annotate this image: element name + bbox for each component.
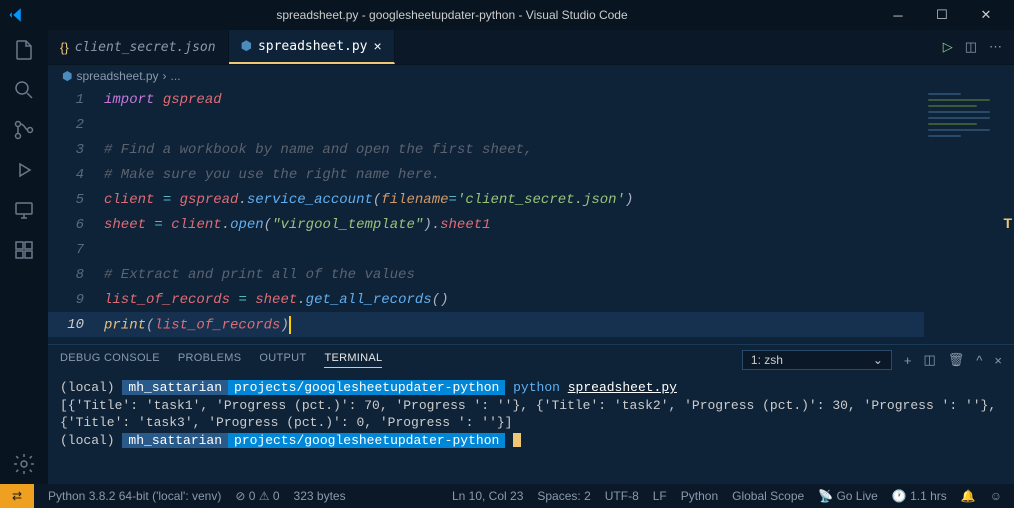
terminal[interactable]: (local) mh_sattarianprojects/googlesheet…: [48, 375, 1014, 484]
line-number: 3: [48, 142, 104, 158]
run-icon[interactable]: ▷: [943, 39, 953, 55]
line-number: 6: [48, 217, 104, 233]
code-line[interactable]: 8# Extract and print all of the values: [48, 262, 924, 287]
code-line[interactable]: 3# Find a workbook by name and open the …: [48, 137, 924, 162]
line-number: 4: [48, 167, 104, 183]
minimize-icon[interactable]: ─: [878, 0, 918, 30]
line-number: 9: [48, 292, 104, 308]
debug-icon[interactable]: [12, 158, 36, 182]
line-number: 10: [48, 317, 104, 333]
encoding-status[interactable]: UTF-8: [605, 489, 639, 503]
python-icon: ⬢: [241, 38, 252, 54]
close-icon[interactable]: ✕: [966, 0, 1006, 30]
python-icon: ⬢: [62, 69, 72, 83]
more-actions-icon[interactable]: ⋯: [989, 39, 1002, 55]
json-icon: {}: [60, 40, 69, 55]
term-cursor: [513, 433, 521, 447]
minimap[interactable]: [924, 87, 1014, 344]
line-number: 1: [48, 92, 104, 108]
code-line[interactable]: 2: [48, 112, 924, 137]
breadcrumb-sep: ›: [163, 69, 167, 83]
remote-indicator[interactable]: ⇄: [0, 484, 34, 508]
editor-cursor: [289, 316, 291, 334]
problems-status[interactable]: ⊘ 0 ⚠ 0: [235, 489, 279, 503]
maximize-panel-icon[interactable]: ^: [976, 353, 982, 368]
tab-client-secret[interactable]: {} client_secret.json: [48, 30, 229, 64]
code-line[interactable]: 6sheet = client.open("virgool_template")…: [48, 212, 924, 237]
line-number: 2: [48, 117, 104, 133]
term-path: projects/googlesheetupdater-python: [228, 380, 505, 395]
python-interpreter[interactable]: Python 3.8.2 64-bit ('local': venv): [48, 489, 221, 503]
panel-tab-problems[interactable]: PROBLEMS: [178, 352, 242, 368]
search-icon[interactable]: [12, 78, 36, 102]
language-mode[interactable]: Python: [681, 489, 718, 503]
notifications-icon[interactable]: 🔔: [961, 489, 976, 503]
tab-label: client_secret.json: [75, 40, 216, 55]
go-live[interactable]: 📡 Go Live: [818, 489, 878, 503]
panel-tab-output[interactable]: OUTPUT: [259, 352, 306, 368]
breadcrumb-more: ...: [171, 69, 181, 83]
line-number: 5: [48, 192, 104, 208]
term-output: [{'Title': 'task1', 'Progress (pct.)': 7…: [60, 397, 1002, 432]
vscode-logo-icon: [8, 6, 26, 24]
explorer-icon[interactable]: [12, 38, 36, 62]
code-line[interactable]: 9list_of_records = sheet.get_all_records…: [48, 287, 924, 312]
scope-status[interactable]: Global Scope: [732, 489, 804, 503]
bottom-panel: DEBUG CONSOLE PROBLEMS OUTPUT TERMINAL 1: z…: [48, 344, 1014, 484]
titlebar: spreadsheet.py - googlesheetupdater-pyth…: [0, 0, 1014, 30]
code-line[interactable]: 4# Make sure you use the right name here…: [48, 162, 924, 187]
split-terminal-icon[interactable]: ◫: [923, 352, 935, 368]
tab-label: spreadsheet.py: [258, 39, 368, 54]
breadcrumb-file: spreadsheet.py: [76, 69, 158, 83]
line-number: 7: [48, 242, 104, 258]
time-tracker[interactable]: 🕐 1.1 hrs: [892, 489, 947, 503]
new-terminal-icon[interactable]: +: [904, 353, 912, 368]
term-command: python: [513, 380, 560, 395]
chevron-down-icon: ⌄: [873, 353, 883, 367]
feedback-icon[interactable]: ☺: [990, 489, 1002, 503]
term-user: mh_sattarian: [122, 380, 228, 395]
cursor-position[interactable]: Ln 10, Col 23: [452, 489, 523, 503]
term-file: spreadsheet.py: [568, 380, 677, 395]
code-editor[interactable]: 1import gspread 2 3# Find a workbook by na…: [48, 87, 924, 344]
source-control-icon[interactable]: [12, 118, 36, 142]
settings-icon[interactable]: [12, 452, 36, 476]
eol-status[interactable]: LF: [653, 489, 667, 503]
breadcrumb[interactable]: ⬢ spreadsheet.py › ...: [48, 65, 1014, 87]
split-editor-icon[interactable]: ◫: [965, 39, 977, 55]
status-bar: ⇄ Python 3.8.2 64-bit ('local': venv) ⊘ …: [0, 484, 1014, 508]
indent-status[interactable]: Spaces: 2: [537, 489, 590, 503]
terminal-select[interactable]: 1: zsh ⌄: [742, 350, 892, 370]
activity-bar: [0, 30, 48, 484]
code-line[interactable]: 7: [48, 237, 924, 262]
code-line[interactable]: 1import gspread: [48, 87, 924, 112]
panel-tab-terminal[interactable]: TERMINAL: [324, 352, 382, 368]
code-line[interactable]: 10print(list_of_records): [48, 312, 924, 337]
tab-spreadsheet[interactable]: ⬢ spreadsheet.py ×: [229, 30, 395, 64]
truncate-indicator-icon: T: [1003, 215, 1012, 231]
extensions-icon[interactable]: [12, 238, 36, 262]
maximize-icon[interactable]: ☐: [922, 0, 962, 30]
remote-explorer-icon[interactable]: [12, 198, 36, 222]
tab-close-icon[interactable]: ×: [374, 38, 382, 54]
line-number: 8: [48, 267, 104, 283]
tab-bar: {} client_secret.json ⬢ spreadsheet.py ×…: [48, 30, 1014, 65]
file-size: 323 bytes: [294, 489, 346, 503]
kill-terminal-icon[interactable]: 🗑: [948, 352, 965, 368]
code-line[interactable]: 5client = gspread.service_account(filena…: [48, 187, 924, 212]
close-panel-icon[interactable]: ×: [994, 353, 1002, 368]
panel-tab-debug-console[interactable]: DEBUG CONSOLE: [60, 352, 160, 368]
window-title: spreadsheet.py - googlesheetupdater-pyth…: [26, 8, 878, 22]
